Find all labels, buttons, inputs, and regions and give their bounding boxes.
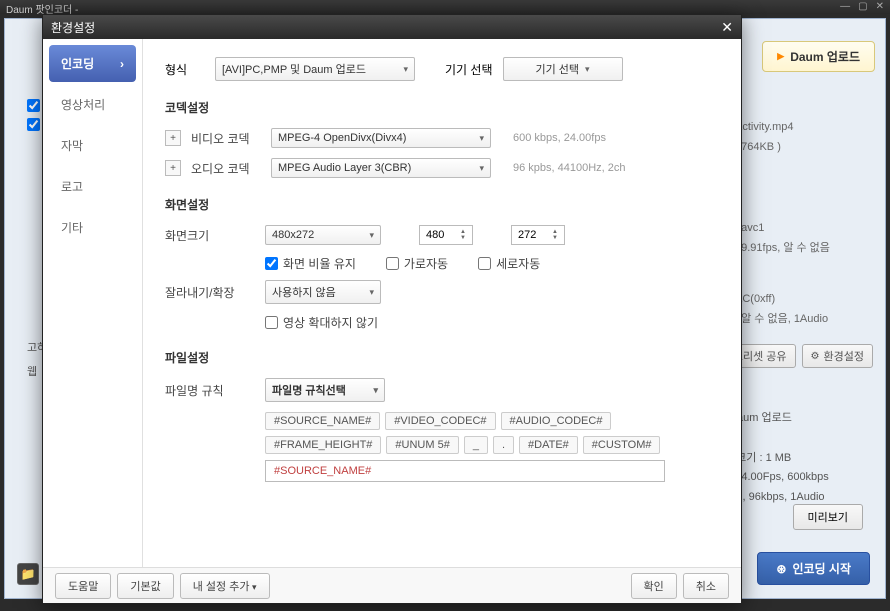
out-video: 2, 24.00Fps, 600kbps <box>723 468 873 488</box>
defaults-button[interactable]: 기본값 <box>117 573 173 599</box>
width-input[interactable]: 480 ▲▼ <box>419 225 473 245</box>
device-select[interactable]: 기기 선택 <box>503 57 623 81</box>
folder-icon[interactable]: 📁 <box>17 563 39 585</box>
main-titlebar: Daum 팟인코더 - — ▢ ✕ <box>0 0 890 14</box>
tag-dot[interactable]: . <box>493 436 514 454</box>
video-codec-info: , avc1 <box>735 220 875 238</box>
filename-tags-row1: #SOURCE_NAME# #VIDEO_CODEC# #AUDIO_CODEC… <box>265 412 719 430</box>
preview-button[interactable]: 미리보기 <box>793 504 863 530</box>
height-auto-checkbox[interactable]: 세로자동 <box>478 255 540 272</box>
filename-pattern-input[interactable]: #SOURCE_NAME# <box>265 460 665 482</box>
file-section-title: 파일설정 <box>165 349 719 366</box>
audio-codec-info: AC(0xff) <box>735 291 875 309</box>
audio-codec-row: + 오디오 코덱 MPEG Audio Layer 3(CBR) 96 kpbs… <box>165 158 719 178</box>
crop-label: 잘라내기/확장 <box>165 284 255 301</box>
out-ext: .avi <box>723 429 873 449</box>
video-codec-select[interactable]: MPEG-4 OpenDivx(Divx4) <box>271 128 491 148</box>
crop-row: 잘라내기/확장 사용하지 않음 <box>165 280 719 304</box>
height-input[interactable]: 272 ▲▼ <box>511 225 565 245</box>
start-encoding-button[interactable]: 인코딩 시작 <box>757 552 870 585</box>
aspect-checkboxes: 화면 비율 유지 가로자동 세로자동 <box>265 255 719 272</box>
settings-button[interactable]: 환경설정 <box>802 344 873 368</box>
tag-underscore[interactable]: _ <box>464 436 488 454</box>
tag-unum[interactable]: #UNUM 5# <box>386 436 458 454</box>
filename-rule-select[interactable]: 파일명 규칙선택 <box>265 378 385 402</box>
video-codec-label: 비디오 코덱 <box>191 130 261 147</box>
settings-dialog: 환경설정 ✕ 인코딩 › 영상처리 자막 로고 기타 형식 [AVI]PC,PM… <box>42 14 742 604</box>
output-info-panel: ! Daum 업로드 .avi ㅏ 크기 : 1 MB 2, 24.00Fps,… <box>723 409 873 508</box>
format-row: 형식 [AVI]PC,PMP 및 Daum 업로드 기기 선택 기기 선택 <box>165 57 719 81</box>
left-checkboxes <box>27 99 40 137</box>
format-label: 형식 <box>165 61 205 78</box>
main-title: Daum 팟인코더 - <box>6 1 78 13</box>
file-name: Activity.mp4 <box>735 119 875 137</box>
tab-video-processing[interactable]: 영상처리 <box>49 86 136 123</box>
close-icon[interactable]: ✕ <box>876 1 884 13</box>
ok-button[interactable]: 확인 <box>631 573 677 599</box>
audio-codec-select[interactable]: MPEG Audio Layer 3(CBR) <box>271 158 491 178</box>
daum-upload-button[interactable]: Daum 업로드 <box>762 41 875 72</box>
footer-right-buttons: 확인 취소 <box>631 573 730 599</box>
width-spinner[interactable]: ▲▼ <box>460 229 466 241</box>
file-size: 4764KB ) <box>735 139 875 157</box>
video-codec-info-text: 600 kbps, 24.00fps <box>513 132 606 144</box>
tag-audio-codec[interactable]: #AUDIO_CODEC# <box>501 412 612 430</box>
tab-subtitle[interactable]: 자막 <box>49 127 136 164</box>
screen-size-row: 화면크기 480x272 480 ▲▼ 272 ▲▼ <box>165 225 719 245</box>
no-expand-row: 영상 확대하지 않기 <box>265 314 719 331</box>
row-check-1[interactable] <box>27 99 40 112</box>
out-size: ㅏ 크기 : 1 MB <box>723 449 873 469</box>
audio-codec-info-text: 96 kpbs, 44100Hz, 2ch <box>513 162 626 174</box>
audio-channel-info: , 알 수 없음, 1Audio <box>735 311 875 329</box>
tag-custom[interactable]: #CUSTOM# <box>583 436 661 454</box>
tag-video-codec[interactable]: #VIDEO_CODEC# <box>385 412 495 430</box>
video-codec-row: + 비디오 코덱 MPEG-4 OpenDivx(Divx4) 600 kbps… <box>165 128 719 148</box>
size-preset-select[interactable]: 480x272 <box>265 225 381 245</box>
codec-section-title: 코덱설정 <box>165 99 719 116</box>
minimize-icon[interactable]: — <box>840 1 850 13</box>
filename-rule-row: 파일명 규칙 파일명 규칙선택 <box>165 378 719 402</box>
window-controls: — ▢ ✕ <box>840 1 884 13</box>
video-expand-button[interactable]: + <box>165 130 181 146</box>
no-expand-checkbox[interactable]: 영상 확대하지 않기 <box>265 314 378 331</box>
width-auto-checkbox[interactable]: 가로자동 <box>386 255 448 272</box>
filename-tags-row2: #FRAME_HEIGHT# #UNUM 5# _ . #DATE# #CUST… <box>265 436 719 454</box>
cancel-button[interactable]: 취소 <box>683 573 729 599</box>
dialog-close-icon[interactable]: ✕ <box>721 19 733 36</box>
dialog-main: 형식 [AVI]PC,PMP 및 Daum 업로드 기기 선택 기기 선택 코덱… <box>143 39 741 567</box>
format-select[interactable]: [AVI]PC,PMP 및 Daum 업로드 <box>215 57 415 81</box>
dialog-sidebar: 인코딩 › 영상처리 자막 로고 기타 <box>43 39 143 567</box>
device-label: 기기 선택 <box>445 61 493 78</box>
dialog-titlebar: 환경설정 ✕ <box>43 15 741 39</box>
dialog-title: 환경설정 <box>51 19 95 36</box>
out-format: ! Daum 업로드 <box>723 409 873 429</box>
chevron-right-icon: › <box>120 57 124 71</box>
help-button[interactable]: 도움말 <box>55 573 111 599</box>
maximize-icon[interactable]: ▢ <box>858 1 867 13</box>
screen-section-title: 화면설정 <box>165 196 719 213</box>
dialog-body: 인코딩 › 영상처리 자막 로고 기타 형식 [AVI]PC,PMP 및 Dau… <box>43 39 741 567</box>
video-fps-info: 29.91fps, 알 수 없음 <box>735 240 875 258</box>
tab-logo[interactable]: 로고 <box>49 168 136 205</box>
tag-source-name[interactable]: #SOURCE_NAME# <box>265 412 380 430</box>
tab-etc[interactable]: 기타 <box>49 209 136 246</box>
tab-encoding[interactable]: 인코딩 › <box>49 45 136 82</box>
screen-size-label: 화면크기 <box>165 227 255 244</box>
height-spinner[interactable]: ▲▼ <box>552 229 558 241</box>
tag-date[interactable]: #DATE# <box>519 436 578 454</box>
row-check-2[interactable] <box>27 118 40 131</box>
audio-codec-label: 오디오 코덱 <box>191 160 261 177</box>
filename-rule-label: 파일명 규칙 <box>165 382 255 399</box>
crop-select[interactable]: 사용하지 않음 <box>265 280 381 304</box>
tag-frame-height[interactable]: #FRAME_HEIGHT# <box>265 436 381 454</box>
file-info-panel: Activity.mp4 4764KB ) , avc1 29.91fps, 알… <box>735 119 875 331</box>
footer-left-buttons: 도움말 기본값 내 설정 추가 <box>55 573 270 599</box>
dialog-footer: 도움말 기본값 내 설정 추가 확인 취소 <box>43 567 741 603</box>
audio-expand-button[interactable]: + <box>165 160 181 176</box>
keep-ratio-checkbox[interactable]: 화면 비율 유지 <box>265 255 356 272</box>
add-settings-button[interactable]: 내 설정 추가 <box>180 573 270 599</box>
